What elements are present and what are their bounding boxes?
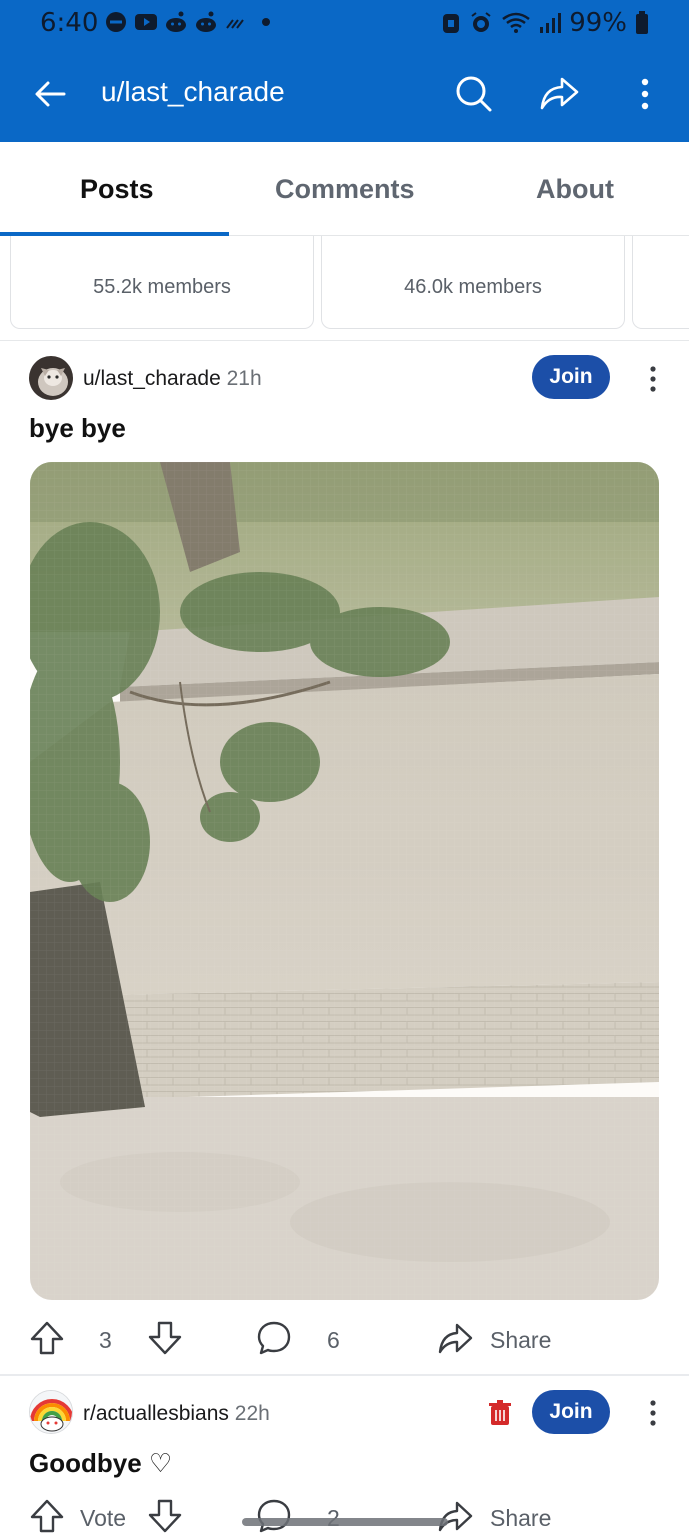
- post-author-line: r/actuallesbians 22h: [83, 1402, 270, 1426]
- photo-sidewalk-tree: [30, 462, 659, 1300]
- community-members: 55.2k members: [93, 276, 231, 298]
- battery-percent: 99%: [569, 8, 627, 38]
- post-actions: 3 6 Share: [0, 1308, 689, 1368]
- profile-tabs: Posts Comments About: [0, 142, 689, 236]
- tab-comments[interactable]: Comments: [275, 174, 415, 205]
- signal-slash-icon: [226, 19, 244, 29]
- more-vertical-icon[interactable]: [646, 1398, 660, 1428]
- share-icon[interactable]: [437, 1320, 473, 1356]
- post-title[interactable]: bye bye: [29, 413, 126, 444]
- youtube-icon: [135, 14, 157, 30]
- trash-icon[interactable]: [488, 1400, 512, 1426]
- community-card[interactable]: 46.0k members: [321, 236, 625, 329]
- wifi-icon: [502, 12, 530, 33]
- post-author-line: u/last_charade 21h: [83, 367, 262, 391]
- search-icon[interactable]: [452, 72, 494, 114]
- status-bar: 6:40 99%: [0, 0, 689, 46]
- arrow-left-icon[interactable]: [30, 74, 70, 114]
- upvote-icon[interactable]: [29, 1320, 65, 1356]
- more-vertical-icon[interactable]: [646, 364, 660, 394]
- avatar[interactable]: [29, 356, 73, 400]
- comment-icon[interactable]: [256, 1498, 292, 1534]
- divider: [0, 1374, 689, 1376]
- post-age: 21h: [226, 367, 262, 390]
- post-image[interactable]: [30, 462, 659, 1300]
- community-card[interactable]: [632, 236, 689, 329]
- vote-count: 3: [99, 1327, 112, 1353]
- battery-icon: [636, 11, 648, 34]
- share-label[interactable]: Share: [490, 1505, 551, 1532]
- downvote-icon[interactable]: [147, 1320, 183, 1356]
- downvote-icon[interactable]: [147, 1498, 183, 1534]
- post-subreddit[interactable]: r/actuallesbians: [83, 1402, 229, 1425]
- tab-posts[interactable]: Posts: [80, 174, 154, 205]
- status-time: 6:40: [40, 8, 99, 38]
- profile-title: u/last_charade: [101, 76, 285, 107]
- lock-icon: [443, 14, 460, 33]
- join-button[interactable]: Join: [532, 1390, 610, 1434]
- notification-icons: [104, 10, 278, 34]
- share-icon[interactable]: [437, 1498, 473, 1534]
- cell-signal-icon: [540, 13, 562, 33]
- vote-label: Vote: [80, 1505, 127, 1531]
- rainbow-snoo-icon: [30, 1391, 72, 1433]
- status-right: 99%: [441, 8, 649, 38]
- community-avatar[interactable]: [29, 1390, 73, 1434]
- join-button[interactable]: Join: [532, 355, 610, 399]
- more-vertical-icon[interactable]: [630, 74, 660, 114]
- app-bar: u/last_charade: [0, 46, 689, 142]
- post-title[interactable]: Goodbye ♡: [29, 1448, 172, 1479]
- post-actions: Vote 2 Share: [0, 1486, 689, 1536]
- avatar-image: [29, 356, 73, 400]
- gesture-bar[interactable]: [242, 1518, 448, 1526]
- post-author[interactable]: u/last_charade: [83, 367, 221, 390]
- community-members: 46.0k members: [404, 276, 542, 298]
- share-icon[interactable]: [538, 72, 580, 114]
- share-label[interactable]: Share: [490, 1327, 551, 1354]
- comment-icon[interactable]: [256, 1320, 292, 1356]
- community-cards: 55.2k members 46.0k members: [0, 236, 689, 340]
- reddit-icon: [166, 11, 186, 32]
- community-card[interactable]: 55.2k members: [10, 236, 314, 329]
- comment-count[interactable]: 6: [327, 1327, 340, 1354]
- upvote-icon[interactable]: [29, 1498, 65, 1534]
- dot-icon: [262, 18, 270, 26]
- reddit-icon: [196, 11, 216, 32]
- divider: [0, 340, 689, 341]
- alarm-icon: [471, 12, 491, 32]
- post-age: 22h: [234, 1402, 270, 1425]
- tab-about[interactable]: About: [536, 174, 614, 205]
- minus-circle-icon: [106, 12, 126, 32]
